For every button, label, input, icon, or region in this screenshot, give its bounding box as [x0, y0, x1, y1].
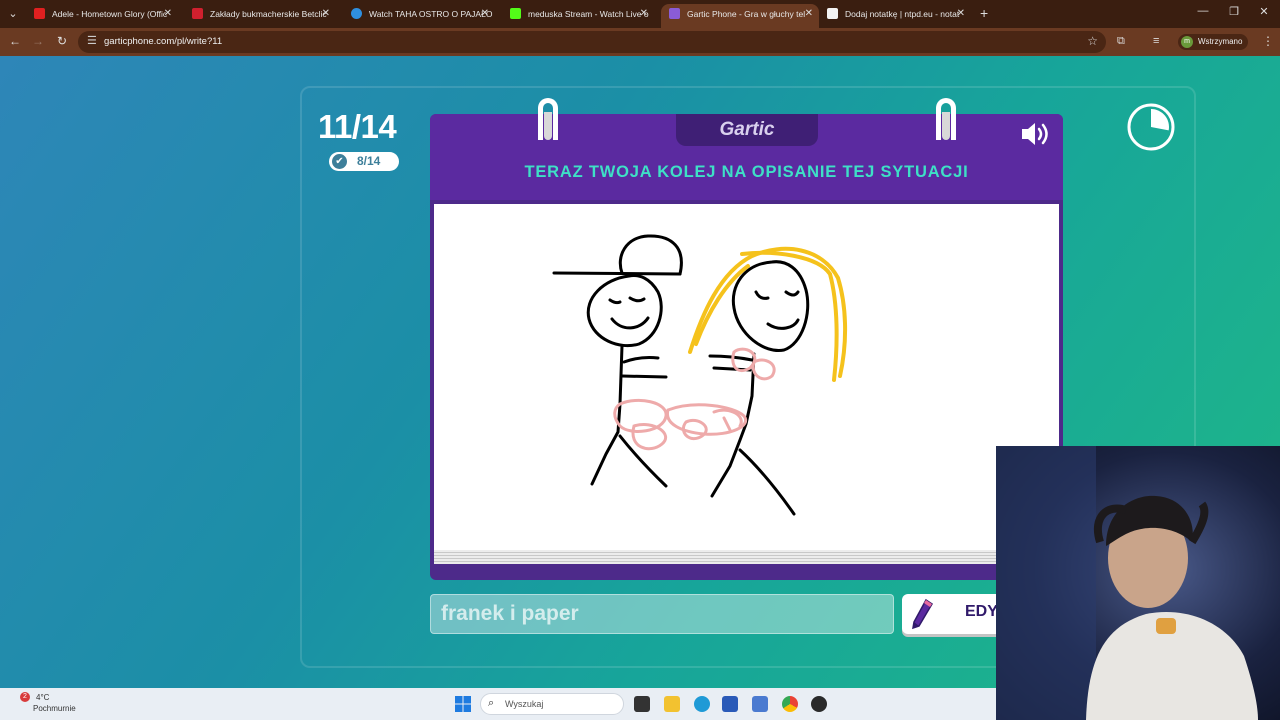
- weather-text: Pochmurnie: [33, 704, 76, 713]
- logo-tab: Gartic: [676, 114, 818, 146]
- round-counter: 11/14: [318, 108, 397, 145]
- weather-widget[interactable]: 2 4°C Pochmurnie: [12, 692, 92, 716]
- tab-title: Watch TAHA OSTRO O PAJAŁO: [369, 9, 493, 19]
- tab-title: Gartic Phone - Gra w głuchy tel: [687, 9, 806, 19]
- edit-button-label: EDY: [965, 603, 998, 620]
- binder-ring-right: [936, 98, 956, 140]
- browser-tab[interactable]: Dodaj notatkę | ntpd.eu - notat ✕: [819, 4, 971, 28]
- store-icon[interactable]: [722, 696, 738, 712]
- tab-title: Dodaj notatkę | ntpd.eu - notat: [845, 9, 960, 19]
- speaker-icon[interactable]: [1020, 120, 1054, 148]
- search-icon: ⌕: [488, 697, 495, 709]
- close-tab-icon[interactable]: ✕: [481, 4, 489, 24]
- kick-favicon-icon: [510, 8, 521, 19]
- turn-prompt: TERAZ TWOJA KOLEJ NA OPISANIE TEJ SYTUAC…: [524, 163, 969, 181]
- taskbar-search-placeholder: Wyszukaj: [505, 699, 544, 709]
- sketchbook: Gartic TERAZ TWOJA KOLEJ NA OPISANIE TEJ…: [430, 98, 1063, 580]
- browser-tab[interactable]: meduska Stream - Watch Live o ✕: [502, 4, 654, 28]
- profile-label: Wstrzymano: [1198, 37, 1243, 46]
- file-explorer-icon[interactable]: [664, 696, 680, 712]
- browser-tab[interactable]: Watch TAHA OSTRO O PAJAŁO ✕: [343, 4, 495, 28]
- taskbar-search[interactable]: ⌕ Wyszukaj: [480, 693, 624, 715]
- close-tab-icon[interactable]: ✕: [164, 4, 172, 24]
- back-icon[interactable]: ←: [7, 34, 23, 48]
- players-done-count: 8/14: [357, 154, 381, 168]
- minimize-icon[interactable]: —: [1193, 5, 1213, 17]
- youtube-favicon-icon: [34, 8, 45, 19]
- gartic-favicon-icon: [669, 8, 680, 19]
- timer-icon: [1127, 103, 1175, 151]
- reload-icon[interactable]: ↻: [54, 34, 70, 48]
- site-info-icon[interactable]: ☰: [87, 34, 97, 47]
- close-tab-icon[interactable]: ✕: [322, 4, 330, 24]
- windows-start-icon[interactable]: [455, 696, 471, 712]
- chrome-icon[interactable]: [782, 696, 798, 712]
- profile-button[interactable]: m Wstrzymano: [1178, 34, 1249, 50]
- players-done-badge: ✔ 8/14: [329, 152, 399, 171]
- windows-taskbar: 2 4°C Pochmurnie ⌕ Wyszukaj: [0, 688, 996, 720]
- new-tab-icon[interactable]: +: [980, 5, 988, 21]
- extensions-icon[interactable]: ⧉: [1117, 35, 1125, 48]
- drawing-canvas: [434, 204, 1059, 550]
- note-favicon-icon: [827, 8, 838, 19]
- browser-tab-strip: ⌄ Adele - Hometown Glory (Offic ✕ Zakład…: [0, 0, 1280, 28]
- close-tab-icon[interactable]: ✕: [640, 4, 648, 24]
- betclic-favicon-icon: [192, 8, 203, 19]
- tab-title: meduska Stream - Watch Live o: [528, 9, 649, 19]
- browser-tab[interactable]: Adele - Hometown Glory (Offic ✕: [26, 4, 178, 28]
- gartic-logo: Gartic: [719, 119, 775, 140]
- avatar: m: [1181, 36, 1193, 48]
- stick-figure-drawing: [552, 234, 848, 516]
- webcam-overlay: [996, 446, 1280, 720]
- check-icon: ✔: [332, 154, 347, 169]
- omnibox[interactable]: ☰ garticphone.com/pl/write?11 ☆: [78, 31, 1106, 53]
- binder-ring-left: [538, 98, 558, 140]
- weather-temp: 4°C: [36, 693, 50, 702]
- sketchbook-header: Gartic TERAZ TWOJA KOLEJ NA OPISANIE TEJ…: [430, 114, 1063, 200]
- bookmark-star-icon[interactable]: ☆: [1087, 34, 1098, 48]
- site-favicon-icon: [351, 8, 362, 19]
- close-window-icon[interactable]: ✕: [1254, 5, 1274, 18]
- browser-tab[interactable]: Zakłady bukmacherskie Betclic ✕: [184, 4, 336, 28]
- browser-tab-active[interactable]: Gartic Phone - Gra w głuchy tel ✕: [661, 4, 819, 28]
- close-tab-icon[interactable]: ✕: [805, 4, 813, 24]
- answer-input[interactable]: [430, 594, 894, 634]
- edge-icon[interactable]: [694, 696, 710, 712]
- app-icon[interactable]: [811, 696, 827, 712]
- sketchbook-page-edges: [434, 550, 1059, 564]
- task-view-icon[interactable]: [634, 696, 650, 712]
- url-text[interactable]: garticphone.com/pl/write?11: [104, 36, 222, 47]
- address-bar-row: ← → ↻ ☰ garticphone.com/pl/write?11 ☆ ⧉ …: [0, 28, 1280, 56]
- app-icon[interactable]: [752, 696, 768, 712]
- notification-badge: 2: [20, 692, 30, 702]
- forward-icon[interactable]: →: [30, 34, 46, 48]
- tab-search-icon[interactable]: ⌄: [4, 5, 22, 23]
- reading-list-icon[interactable]: ≡: [1153, 35, 1159, 47]
- close-tab-icon[interactable]: ✕: [957, 4, 965, 24]
- streamer-webcam-image: [996, 446, 1258, 720]
- tab-title: Zakłady bukmacherskie Betclic: [210, 9, 327, 19]
- restore-icon[interactable]: ❐: [1224, 5, 1244, 18]
- tab-title: Adele - Hometown Glory (Offic: [52, 9, 168, 19]
- pencil-icon: [912, 598, 934, 630]
- menu-kebab-icon[interactable]: ⋮: [1262, 34, 1274, 48]
